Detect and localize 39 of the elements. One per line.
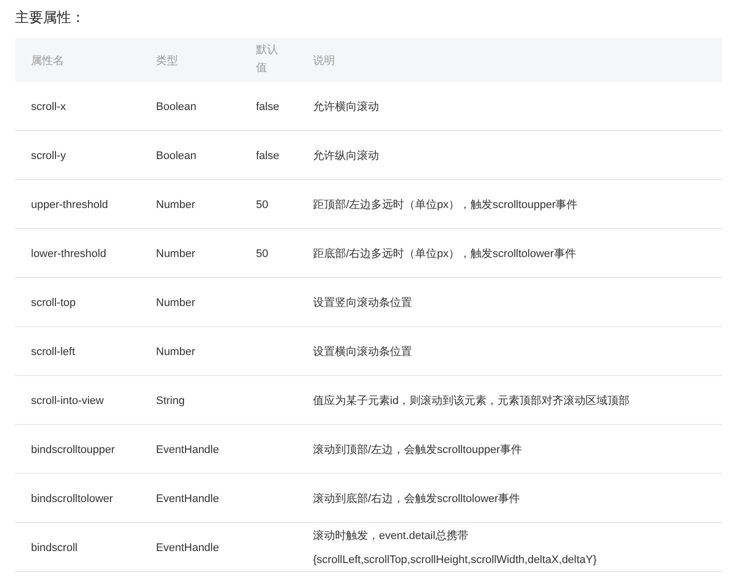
- table-cell: Boolean: [156, 101, 196, 113]
- table-cell: bindscrolltolower: [31, 493, 113, 505]
- table-cell: EventHandle: [156, 542, 219, 554]
- table-cell: scroll-left: [31, 346, 76, 358]
- table-cell: false: [256, 150, 280, 162]
- table-cell: 允许横向滚动: [313, 101, 379, 113]
- table-cell: EventHandle: [156, 493, 219, 505]
- table-cell: Number: [156, 346, 196, 358]
- column-header: 类型: [156, 54, 178, 69]
- table-cell: scroll-x: [31, 101, 66, 113]
- table-cell: String: [156, 395, 185, 407]
- table-cell: false: [256, 101, 280, 113]
- table-cell: bindscrolltoupper: [31, 444, 115, 456]
- table-cell: 允许纵向滚动: [313, 150, 379, 162]
- table-cell: scroll-top: [31, 297, 76, 309]
- table-cell: 值应为某子元素id，则滚动到该元素，元素顶部对齐滚动区域顶部: [313, 395, 630, 407]
- table-cell: Number: [156, 248, 196, 260]
- table-cell: 滚动时触发，event.detail总携带 {scrollLeft,scrollTop,scrollHeight,scrollWidth,deltaX,deltaY}: [313, 530, 597, 566]
- table-cell: upper-threshold: [31, 199, 108, 211]
- table-cell: 设置横向滚动条位置: [313, 346, 412, 358]
- table-cell: 50: [256, 199, 268, 211]
- table-cell: 滚动到底部/右边，会触发scrolltolower事件: [313, 493, 520, 505]
- table-cell: 滚动到顶部/左边，会触发scrolltoupper事件: [313, 444, 522, 456]
- table-cell: Number: [156, 297, 196, 309]
- table-cell: scroll-y: [31, 150, 66, 162]
- table-cell: lower-threshold: [31, 248, 106, 260]
- table-cell: Boolean: [156, 150, 196, 162]
- table-cell: Number: [156, 199, 196, 211]
- section-title: 主要属性：: [15, 8, 86, 27]
- table-cell: 50: [256, 248, 268, 260]
- table-cell: 设置竖向滚动条位置: [313, 297, 412, 309]
- table-cell: scroll-into-view: [31, 395, 104, 407]
- table-cell: 距底部/右边多远时（单位px），触发scrolltolower事件: [313, 248, 576, 260]
- table-cell: bindscroll: [31, 542, 78, 554]
- table-cell: 距顶部/左边多远时（单位px），触发scrolltoupper事件: [313, 199, 578, 211]
- table-cell: EventHandle: [156, 444, 219, 456]
- column-header: 默认值: [256, 43, 279, 76]
- column-header: 属性名: [31, 54, 64, 69]
- column-header: 说明: [313, 54, 335, 69]
